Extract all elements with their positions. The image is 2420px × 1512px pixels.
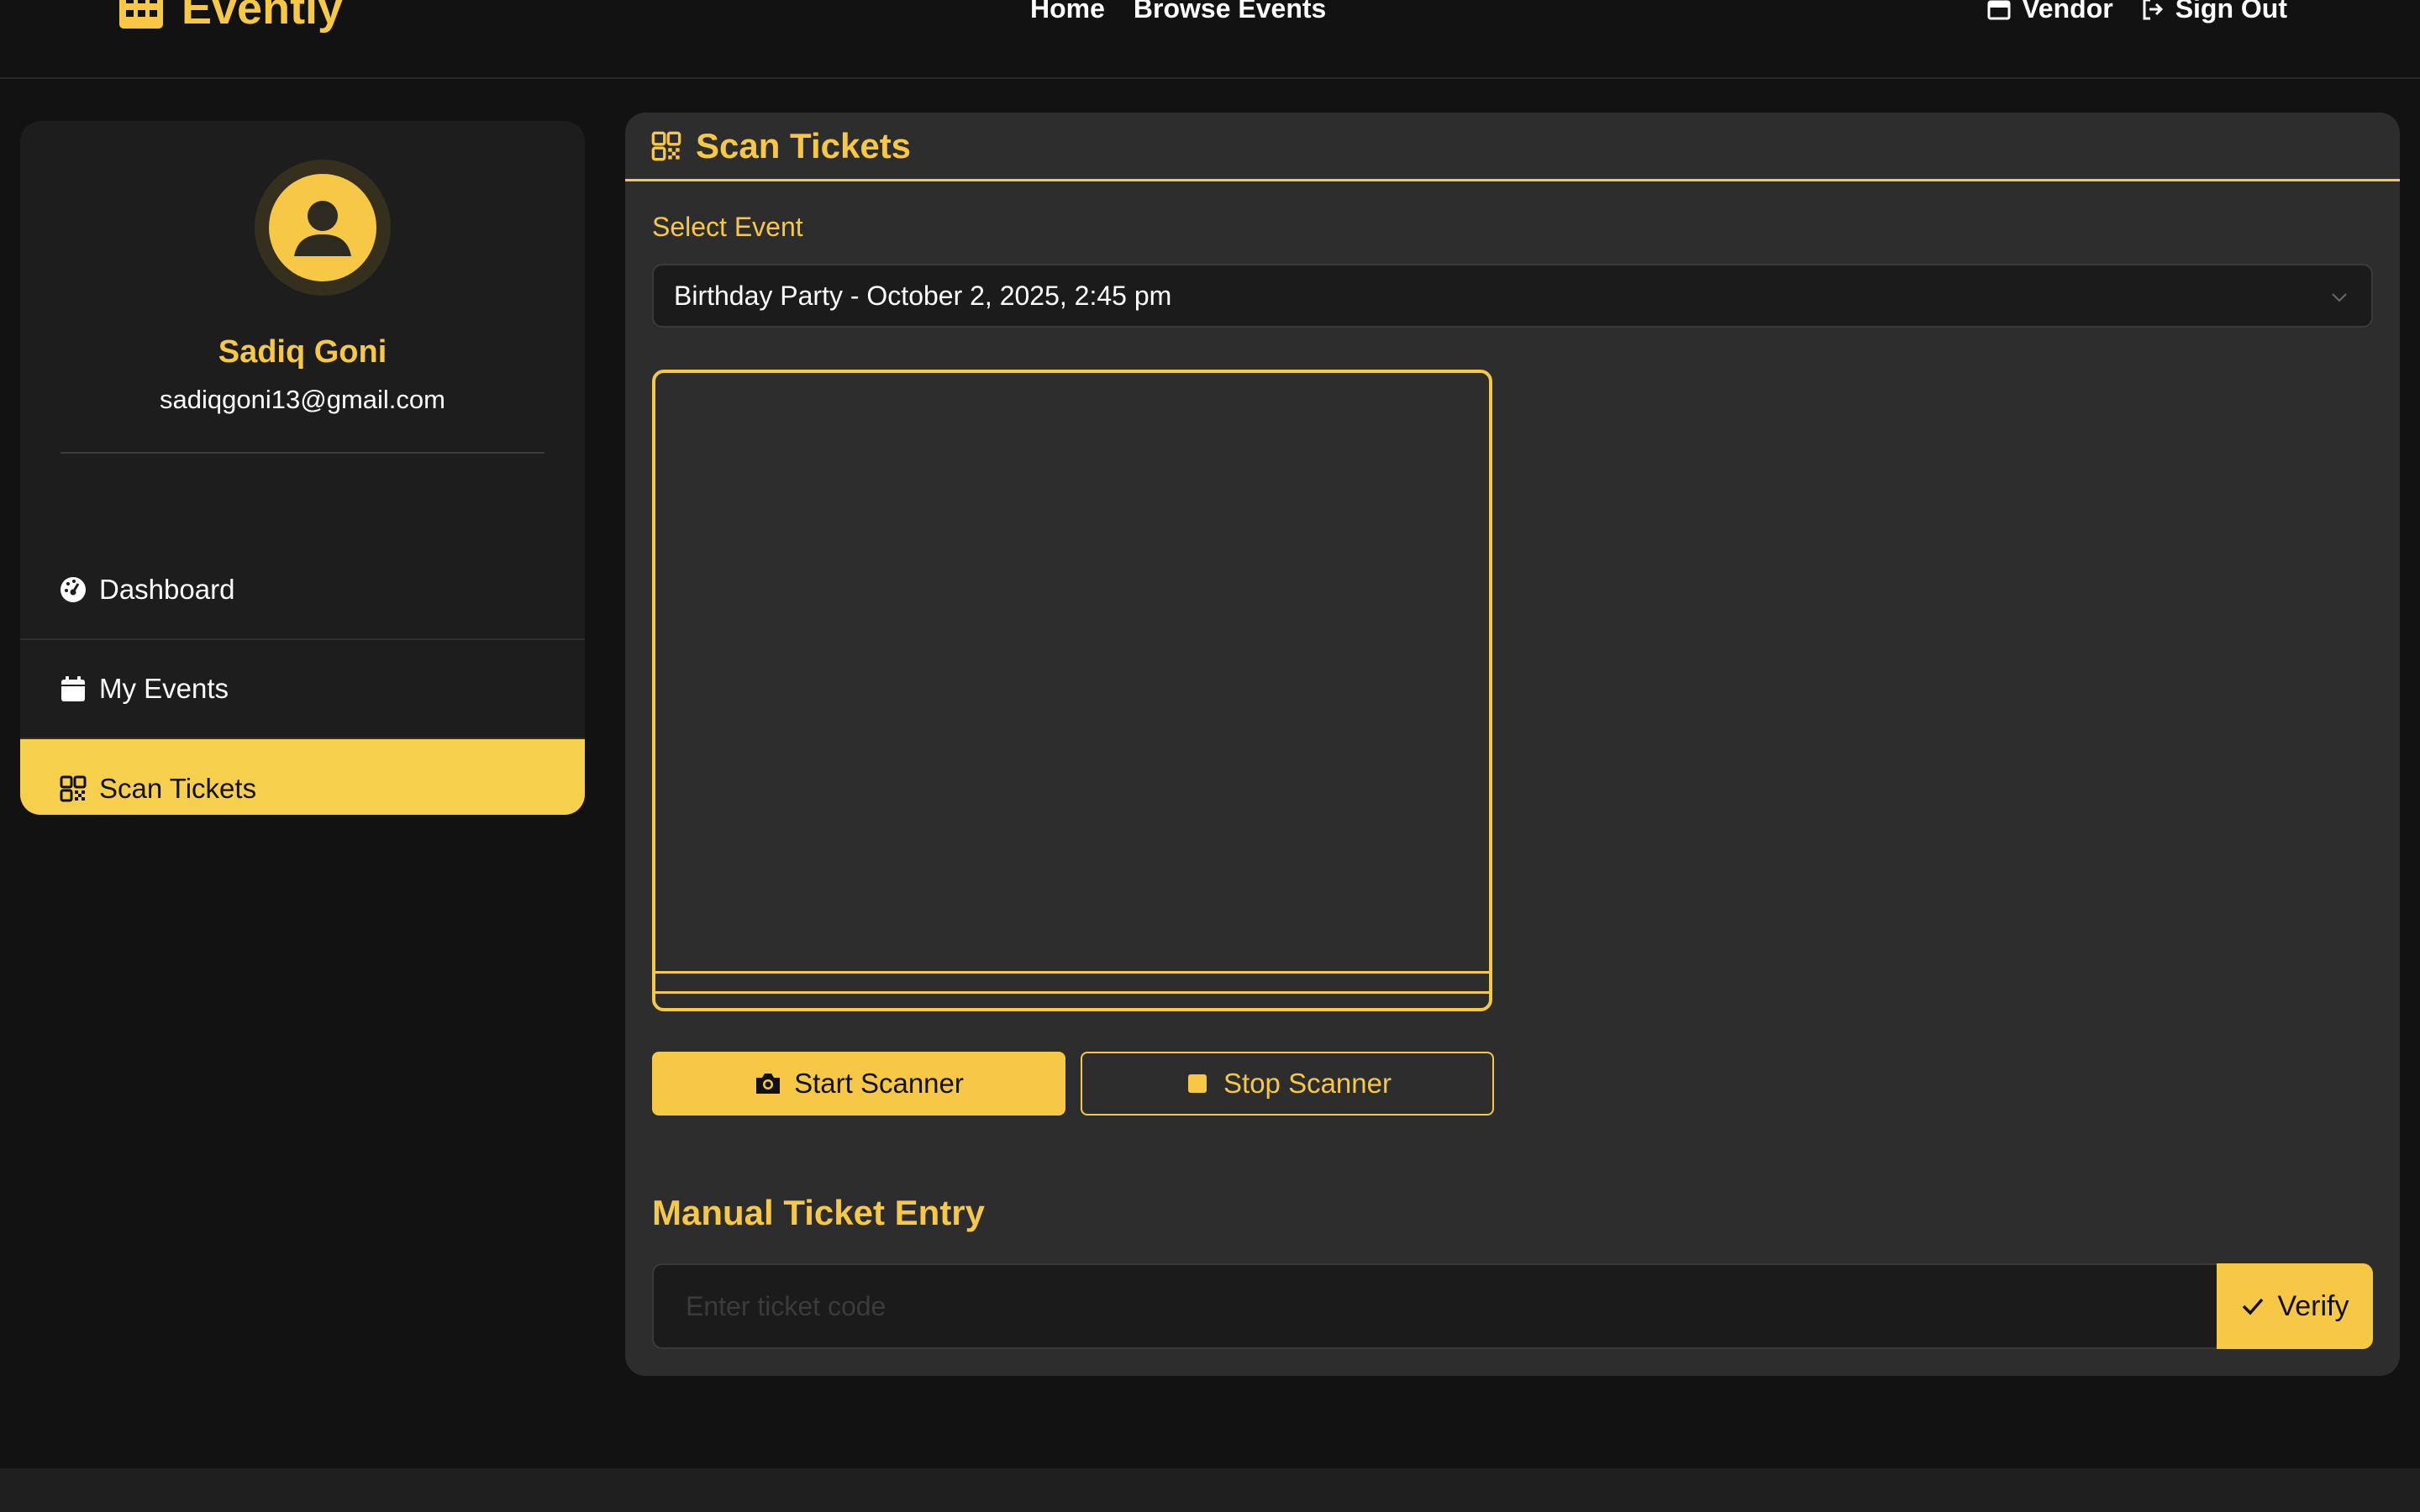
sidebar-item-my-events[interactable]: My Events xyxy=(20,640,585,739)
event-select[interactable]: Birthday Party - October 2, 2025, 2:45 p… xyxy=(652,264,2373,328)
nav-home-link[interactable]: Home xyxy=(1030,0,1105,24)
start-scanner-label: Start Scanner xyxy=(794,1068,964,1099)
sidebar: Sadiq Goni sadiqgoni13@gmail.com Dashboa… xyxy=(20,121,585,815)
sidebar-menu: Dashboard My Events Scan Tickets xyxy=(20,541,585,815)
footer xyxy=(0,1468,2420,1512)
start-scanner-button[interactable]: Start Scanner xyxy=(652,1052,1065,1116)
scanner-controls: Start Scanner Stop Scanner xyxy=(652,1052,1494,1116)
sidebar-item-dashboard[interactable]: Dashboard xyxy=(20,541,585,640)
manual-entry-title: Manual Ticket Entry xyxy=(652,1193,986,1232)
panel-header: Scan Tickets xyxy=(625,113,2400,181)
sidebar-item-label: Scan Tickets xyxy=(99,773,257,804)
page-title: Scan Tickets xyxy=(696,125,912,165)
calendar-icon xyxy=(61,676,85,701)
stop-icon xyxy=(1188,1074,1207,1093)
sidebar-item-scan-tickets[interactable]: Scan Tickets xyxy=(20,739,585,815)
nav-browse-events-link[interactable]: Browse Events xyxy=(1134,0,1326,24)
sign-out-icon xyxy=(2143,0,2163,19)
qrcode-icon xyxy=(651,131,681,160)
brand-name: Eventiy xyxy=(182,0,344,34)
stop-scanner-button[interactable]: Stop Scanner xyxy=(1081,1052,1494,1116)
user-icon xyxy=(294,201,351,256)
vendor-label: Vendor xyxy=(2022,0,2113,24)
user-avatar-circle xyxy=(269,174,376,281)
check-icon xyxy=(2243,1298,2264,1315)
scanner-viewport xyxy=(652,370,1492,1011)
manual-entry-row: Verify xyxy=(652,1263,2373,1349)
sidebar-item-label: Dashboard xyxy=(99,574,235,605)
brand-logo[interactable]: Eventiy xyxy=(119,0,343,35)
scan-tickets-panel: Scan Tickets Select Event Birthday Party… xyxy=(625,113,2400,1376)
avatar xyxy=(255,160,391,296)
sidebar-divider xyxy=(60,452,544,454)
sidebar-item-label: My Events xyxy=(99,673,229,704)
store-icon xyxy=(1987,0,2011,19)
account-nav: Vendor Sign Out xyxy=(1986,0,2287,24)
select-event-label: Select Event xyxy=(652,212,803,242)
sign-out-link[interactable]: Sign Out xyxy=(2140,0,2287,24)
scanner-divider xyxy=(655,971,1489,974)
user-email: sadiqgoni13@gmail.com xyxy=(160,385,445,414)
user-name: Sadiq Goni xyxy=(218,334,387,370)
selected-event-value: Birthday Party - October 2, 2025, 2:45 p… xyxy=(674,280,1172,311)
verify-button[interactable]: Verify xyxy=(2217,1263,2373,1349)
sign-out-label: Sign Out xyxy=(2175,0,2287,24)
vendor-link[interactable]: Vendor xyxy=(1986,0,2113,24)
top-navbar: Eventiy Home Browse Events Vendor Sign O… xyxy=(0,0,2420,79)
chevron-down-icon xyxy=(2332,293,2347,302)
main-nav: Home Browse Events xyxy=(1030,0,1326,24)
building-icon xyxy=(119,0,163,29)
gauge-icon xyxy=(60,577,86,602)
ticket-code-input[interactable] xyxy=(652,1263,2217,1349)
stop-scanner-label: Stop Scanner xyxy=(1223,1068,1392,1099)
verify-label: Verify xyxy=(2277,1289,2349,1322)
scanner-divider xyxy=(655,991,1489,994)
camera-icon xyxy=(756,1074,781,1094)
qrcode-icon xyxy=(60,775,87,802)
